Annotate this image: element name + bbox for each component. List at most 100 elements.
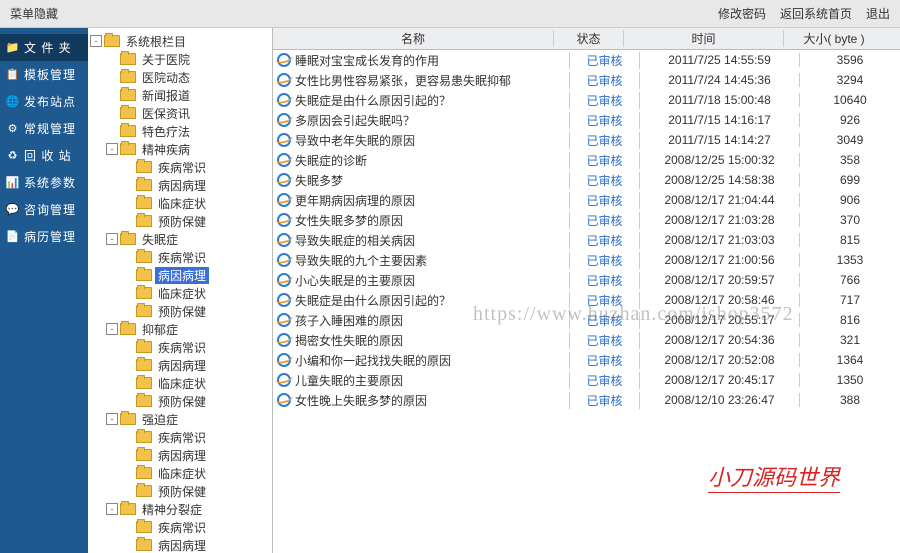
row-name: 导致失眠的九个主要因素 [295,252,427,269]
change-password-link[interactable]: 修改密码 [718,5,766,22]
tree-node-27[interactable]: 疾病常识 [90,518,270,536]
tree-label: 系统根栏目 [123,33,189,50]
table-row[interactable]: 女性失眠多梦的原因已审核2008/12/17 21:03:28370 [273,210,900,230]
table-row[interactable]: 女性晚上失眠多梦的原因已审核2008/12/10 23:26:47388 [273,390,900,410]
table-row[interactable]: 失眠症是由什么原因引起的？已审核2008/12/17 20:58:46717 [273,290,900,310]
tree-node-9[interactable]: 临床症状 [90,194,270,212]
tree-node-26[interactable]: -精神分裂症 [90,500,270,518]
row-status: 已审核 [570,192,640,209]
col-header-name[interactable]: 名称 [273,30,554,47]
sidebar-item-2[interactable]: 🌐发布站点 [0,88,88,115]
grid-body[interactable]: 睡眠对宝宝成长发育的作用已审核2011/7/25 14:55:593596女性比… [273,50,900,553]
tree-node-19[interactable]: 临床症状 [90,374,270,392]
row-size: 1353 [800,253,900,267]
tree-node-18[interactable]: 病因病理 [90,356,270,374]
table-row[interactable]: 揭密女性失眠的原因已审核2008/12/17 20:54:36321 [273,330,900,350]
folder-icon [136,179,152,191]
tree-node-8[interactable]: 病因病理 [90,176,270,194]
row-size: 10640 [800,93,900,107]
table-row[interactable]: 导致失眠症的相关病因已审核2008/12/17 21:03:03815 [273,230,900,250]
table-row[interactable]: 失眠症的诊断已审核2008/12/25 15:00:32358 [273,150,900,170]
sidebar-item-6[interactable]: 💬咨询管理 [0,196,88,223]
row-status: 已审核 [570,352,640,369]
folder-icon [136,395,152,407]
tree-node-1[interactable]: 关于医院 [90,50,270,68]
table-row[interactable]: 更年期病因病理的原因已审核2008/12/17 21:04:44906 [273,190,900,210]
row-time: 2008/12/10 23:26:47 [640,393,800,407]
tree-toggle-icon[interactable]: - [106,233,118,245]
tree-node-11[interactable]: -失眠症 [90,230,270,248]
tree-toggle-icon[interactable]: - [90,35,102,47]
tree-node-3[interactable]: 新闻报道 [90,86,270,104]
folder-tree[interactable]: -系统根栏目关于医院医院动态新闻报道医保资讯特色疗法-精神疾病疾病常识病因病理临… [88,28,273,553]
menu-hide-button[interactable]: 菜单隐藏 [10,5,58,22]
table-row[interactable]: 失眠多梦已审核2008/12/25 14:58:38699 [273,170,900,190]
tree-node-5[interactable]: 特色疗法 [90,122,270,140]
tree-node-17[interactable]: 疾病常识 [90,338,270,356]
tree-label: 病因病理 [155,357,209,374]
ie-icon [277,193,291,207]
tree-node-6[interactable]: -精神疾病 [90,140,270,158]
tree-node-14[interactable]: 临床症状 [90,284,270,302]
tree-node-15[interactable]: 预防保健 [90,302,270,320]
tree-node-23[interactable]: 病因病理 [90,446,270,464]
tree-toggle-icon[interactable]: - [106,323,118,335]
row-name: 女性晚上失眠多梦的原因 [295,392,427,409]
tree-node-10[interactable]: 预防保健 [90,212,270,230]
table-row[interactable]: 小编和你一起找找失眠的原因已审核2008/12/17 20:52:081364 [273,350,900,370]
tree-node-22[interactable]: 疾病常识 [90,428,270,446]
row-time: 2011/7/15 14:14:27 [640,133,800,147]
table-row[interactable]: 多原因会引起失眠吗？已审核2011/7/15 14:16:17926 [273,110,900,130]
tree-node-13[interactable]: 病因病理 [90,266,270,284]
tree-node-16[interactable]: -抑郁症 [90,320,270,338]
sidebar-item-5[interactable]: 📊系统参数 [0,169,88,196]
back-home-link[interactable]: 返回系统首页 [780,5,852,22]
tree-node-25[interactable]: 预防保健 [90,482,270,500]
sidebar-item-7[interactable]: 📄病历管理 [0,223,88,250]
row-time: 2008/12/25 15:00:32 [640,153,800,167]
table-row[interactable]: 小心失眠是的主要原因已审核2008/12/17 20:59:57766 [273,270,900,290]
row-status: 已审核 [570,152,640,169]
tree-node-28[interactable]: 病因病理 [90,536,270,553]
folder-icon [136,341,152,353]
tree-node-2[interactable]: 医院动态 [90,68,270,86]
sidebar-icon-5: 📊 [6,176,20,190]
tree-toggle-icon[interactable]: - [106,143,118,155]
sidebar-icon-1: 📋 [6,68,20,82]
col-header-status[interactable]: 状态 [554,30,624,47]
sidebar-item-3[interactable]: ⚙常规管理 [0,115,88,142]
folder-icon [136,161,152,173]
tree-toggle-icon[interactable]: - [106,413,118,425]
tree-node-24[interactable]: 临床症状 [90,464,270,482]
row-time: 2008/12/17 21:00:56 [640,253,800,267]
logout-link[interactable]: 退出 [866,5,890,22]
tree-node-7[interactable]: 疾病常识 [90,158,270,176]
table-row[interactable]: 儿童失眠的主要原因已审核2008/12/17 20:45:171350 [273,370,900,390]
table-row[interactable]: 睡眠对宝宝成长发育的作用已审核2011/7/25 14:55:593596 [273,50,900,70]
row-time: 2008/12/17 20:55:17 [640,313,800,327]
tree-node-0[interactable]: - 系统根栏目 [90,32,270,50]
table-row[interactable]: 失眠症是由什么原因引起的？已审核2011/7/18 15:00:4810640 [273,90,900,110]
col-header-size[interactable]: 大小( byte ) [784,30,884,47]
sidebar-item-0[interactable]: 📁文 件 夹 [0,34,88,61]
table-row[interactable]: 孩子入睡困难的原因已审核2008/12/17 20:55:17816 [273,310,900,330]
ie-icon [277,173,291,187]
ie-icon [277,373,291,387]
table-row[interactable]: 女性比男性容易紧张，更容易患失眠抑郁已审核2011/7/24 14:45:363… [273,70,900,90]
sidebar-icon-2: 🌐 [6,95,20,109]
ie-icon [277,53,291,67]
tree-node-12[interactable]: 疾病常识 [90,248,270,266]
tree-node-20[interactable]: 预防保健 [90,392,270,410]
table-row[interactable]: 导致中老年失眠的原因已审核2011/7/15 14:14:273049 [273,130,900,150]
tree-toggle-icon[interactable]: - [106,503,118,515]
folder-icon [120,53,136,65]
row-status: 已审核 [570,312,640,329]
tree-node-21[interactable]: -强迫症 [90,410,270,428]
row-name: 失眠症是由什么原因引起的？ [295,92,451,109]
row-status: 已审核 [570,392,640,409]
sidebar-item-1[interactable]: 📋模板管理 [0,61,88,88]
col-header-time[interactable]: 时间 [624,30,784,47]
table-row[interactable]: 导致失眠的九个主要因素已审核2008/12/17 21:00:561353 [273,250,900,270]
tree-node-4[interactable]: 医保资讯 [90,104,270,122]
sidebar-item-4[interactable]: ♻回 收 站 [0,142,88,169]
